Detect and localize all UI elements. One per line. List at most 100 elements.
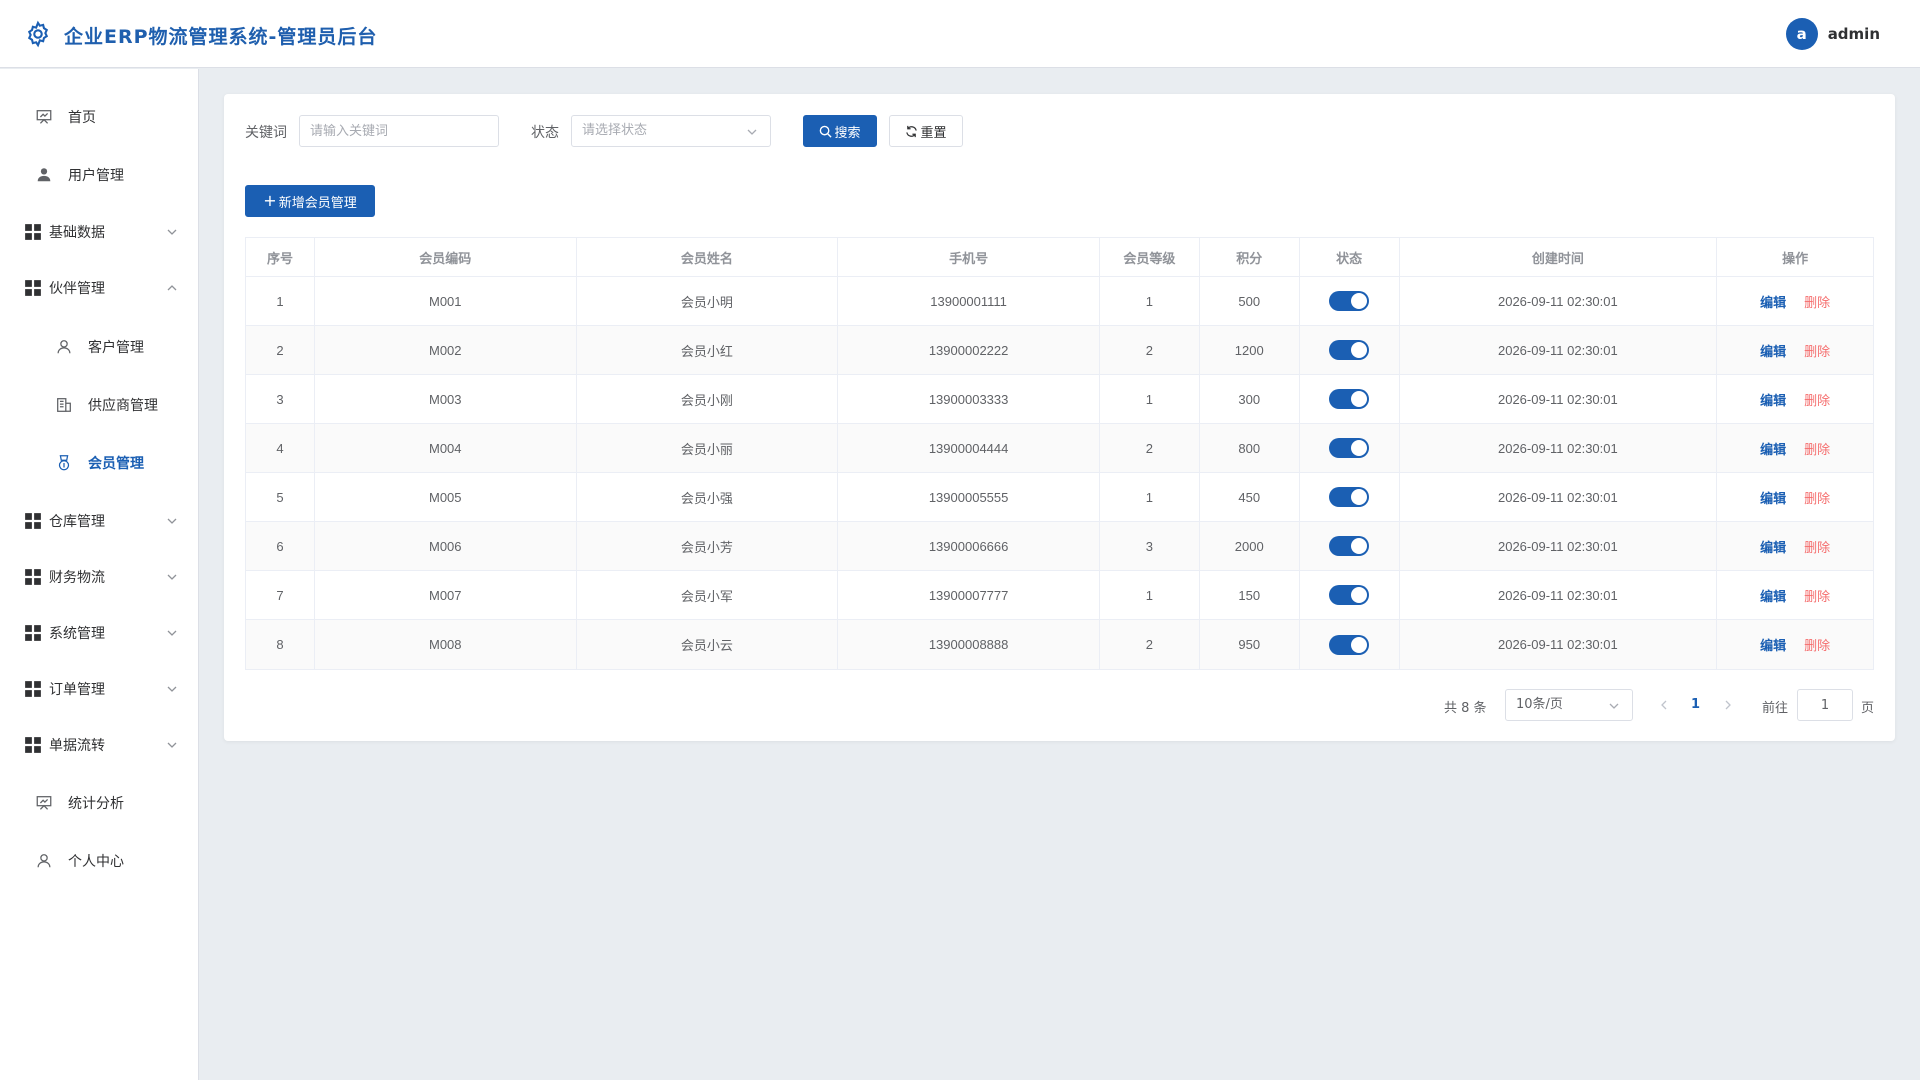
edit-link[interactable]: 编辑 <box>1760 390 1786 409</box>
presentation-icon <box>36 110 52 124</box>
plus-icon: + <box>263 191 277 210</box>
status-toggle[interactable] <box>1329 634 1370 655</box>
sidebar-item-profile[interactable]: 个人中心 <box>0 833 199 889</box>
cell-level: 1 <box>1100 473 1200 521</box>
status-toggle[interactable] <box>1329 487 1370 507</box>
status-label: 状态 <box>531 125 559 141</box>
sidebar-item-users[interactable]: 用户管理 <box>0 147 199 203</box>
cell-created-time: 2026-09-11 02:30:01 <box>1400 277 1718 325</box>
sidebar-item-label: 伙伴管理 <box>49 281 105 297</box>
edit-link[interactable]: 编辑 <box>1760 537 1786 556</box>
cell-code: M001 <box>315 277 577 325</box>
sidebar-item-statistics[interactable]: 统计分析 <box>0 775 199 831</box>
sidebar-item-customers[interactable]: 客户管理 <box>0 319 199 375</box>
username[interactable]: admin <box>1828 25 1880 43</box>
delete-link[interactable]: 删除 <box>1804 635 1830 654</box>
table-row: 4 M004 会员小丽 13900004444 2 800 2026-09-11 02:30… <box>246 424 1873 473</box>
sidebar-item-document-flow[interactable]: 单据流转 <box>0 717 199 773</box>
toggle-knob <box>1351 440 1368 456</box>
cell-points: 150 <box>1200 571 1300 619</box>
edit-link[interactable]: 编辑 <box>1760 488 1786 507</box>
next-page-icon[interactable] <box>1722 699 1734 711</box>
chevron-down-icon <box>167 574 177 580</box>
status-toggle[interactable] <box>1329 585 1370 605</box>
cell-level: 1 <box>1100 571 1200 619</box>
sidebar-item-label: 财务物流 <box>49 570 105 586</box>
edit-link[interactable]: 编辑 <box>1760 439 1786 458</box>
sidebar-item-partners[interactable]: 伙伴管理 <box>0 260 199 316</box>
cell-phone: 13900006666 <box>838 522 1100 570</box>
status-toggle[interactable] <box>1329 438 1370 458</box>
cell-level: 1 <box>1100 375 1200 423</box>
sidebar-item-orders[interactable]: 订单管理 <box>0 661 199 717</box>
edit-link[interactable]: 编辑 <box>1760 292 1786 311</box>
sidebar-item-members[interactable]: 会员管理 <box>0 435 199 491</box>
status-toggle[interactable] <box>1329 291 1370 311</box>
cell-level: 3 <box>1100 522 1200 570</box>
avatar[interactable]: a <box>1785 18 1818 50</box>
sidebar-item-system[interactable]: 系统管理 <box>0 605 199 661</box>
cell-actions: 编辑 删除 <box>1717 571 1873 619</box>
cell-points: 500 <box>1200 277 1300 325</box>
cell-actions: 编辑 删除 <box>1717 326 1873 374</box>
sidebar-item-warehouse[interactable]: 仓库管理 <box>0 493 199 549</box>
cell-created-time: 2026-09-11 02:30:01 <box>1400 620 1718 669</box>
pagination-total: 共 8 条 <box>1444 701 1487 716</box>
search-button[interactable]: 搜索 <box>803 115 877 147</box>
status-toggle[interactable] <box>1329 389 1370 409</box>
page-size-select[interactable]: 10条/页 <box>1505 689 1633 721</box>
edit-link[interactable]: 编辑 <box>1760 586 1786 605</box>
toggle-knob <box>1351 293 1368 309</box>
sidebar-item-finance-logistics[interactable]: 财务物流 <box>0 549 199 605</box>
grid-icon <box>25 513 41 529</box>
delete-link[interactable]: 删除 <box>1804 537 1830 556</box>
gear-icon <box>27 20 49 48</box>
sidebar-item-suppliers[interactable]: 供应商管理 <box>0 377 199 433</box>
status-toggle[interactable] <box>1329 536 1370 556</box>
table-row: 1 M001 会员小明 13900001111 1 500 2026-09-11 02:30… <box>246 277 1873 326</box>
chevron-down-icon <box>167 742 177 748</box>
cell-created-time: 2026-09-11 02:30:01 <box>1400 375 1718 423</box>
goto-page-input[interactable] <box>1797 689 1853 721</box>
cell-index: 3 <box>246 375 315 423</box>
cell-code: M006 <box>315 522 577 570</box>
delete-link[interactable]: 删除 <box>1804 341 1830 360</box>
sidebar-item-home[interactable]: 首页 <box>0 89 199 145</box>
user-menu[interactable]: a admin <box>1785 18 1880 50</box>
reset-button[interactable]: 重置 <box>889 115 963 147</box>
cell-status <box>1300 424 1400 472</box>
cell-points: 800 <box>1200 424 1300 472</box>
status-select-placeholder: 请选择状态 <box>582 123 648 138</box>
page-number-current[interactable]: 1 <box>1691 697 1700 712</box>
add-member-button[interactable]: + 新增会员管理 <box>245 185 375 217</box>
status-toggle[interactable] <box>1329 340 1370 360</box>
page-size-value: 10条/页 <box>1516 697 1563 712</box>
refresh-icon <box>906 125 918 137</box>
cell-phone: 13900007777 <box>838 571 1100 619</box>
keyword-input[interactable] <box>299 115 499 147</box>
prev-page-icon[interactable] <box>1658 699 1670 711</box>
cell-code: M008 <box>315 620 577 669</box>
sidebar-item-label: 系统管理 <box>49 626 105 642</box>
edit-link[interactable]: 编辑 <box>1760 635 1786 654</box>
user-outline-icon <box>37 854 51 868</box>
status-select[interactable]: 请选择状态 <box>571 115 771 147</box>
toggle-knob <box>1351 489 1368 505</box>
cell-index: 8 <box>246 620 315 669</box>
sidebar-item-basic-data[interactable]: 基础数据 <box>0 204 199 260</box>
chevron-down-icon <box>167 630 177 636</box>
toggle-knob <box>1351 538 1368 554</box>
delete-link[interactable]: 删除 <box>1804 292 1830 311</box>
toggle-knob <box>1351 342 1368 358</box>
delete-link[interactable]: 删除 <box>1804 390 1830 409</box>
grid-icon <box>25 737 41 753</box>
delete-link[interactable]: 删除 <box>1804 439 1830 458</box>
sidebar-item-label: 会员管理 <box>88 456 144 472</box>
delete-link[interactable]: 删除 <box>1804 488 1830 507</box>
cell-actions: 编辑 删除 <box>1717 620 1873 669</box>
table-row: 2 M002 会员小红 13900002222 2 1200 2026-09-11 02:3… <box>246 326 1873 375</box>
edit-link[interactable]: 编辑 <box>1760 341 1786 360</box>
delete-link[interactable]: 删除 <box>1804 586 1830 605</box>
cell-name: 会员小丽 <box>577 424 839 472</box>
cell-code: M002 <box>315 326 577 374</box>
